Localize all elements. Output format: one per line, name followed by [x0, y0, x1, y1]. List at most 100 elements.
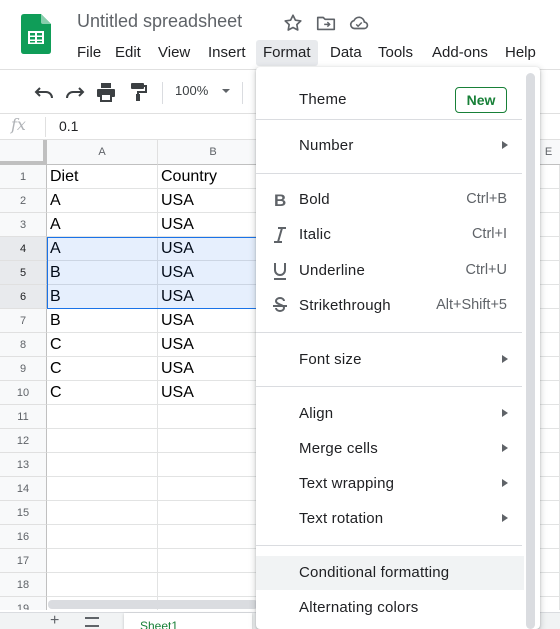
all-sheets-icon[interactable]	[85, 617, 99, 627]
shortcut-text: Ctrl+U	[465, 262, 508, 278]
menu-item-italic[interactable]: Italic Ctrl+I	[256, 218, 524, 252]
table-cell[interactable]	[47, 429, 158, 453]
formula-input[interactable]: 0.1	[59, 118, 78, 134]
table-cell[interactable]: C	[47, 333, 158, 357]
table-cell[interactable]	[158, 525, 269, 549]
select-all-corner[interactable]	[0, 140, 47, 165]
column-header-b[interactable]: B	[158, 140, 269, 165]
table-cell[interactable]: USA	[158, 189, 269, 213]
table-cell[interactable]: USA	[158, 333, 269, 357]
table-cell[interactable]	[47, 501, 158, 525]
zoom-select[interactable]: 100%	[175, 83, 208, 98]
table-cell[interactable]: A	[47, 213, 158, 237]
table-cell[interactable]: C	[47, 357, 158, 381]
submenu-arrow-icon	[502, 355, 508, 363]
row-header[interactable]: 19	[0, 597, 47, 610]
chevron-down-icon[interactable]	[219, 84, 233, 98]
cloud-status-icon[interactable]	[348, 12, 370, 34]
submenu-arrow-icon	[502, 444, 508, 452]
table-cell[interactable]	[47, 453, 158, 477]
row-header[interactable]: 10	[0, 381, 47, 405]
sheets-logo-icon[interactable]	[21, 14, 51, 54]
move-folder-icon[interactable]	[315, 12, 337, 34]
table-cell[interactable]: USA	[158, 357, 269, 381]
row-header[interactable]: 6	[0, 285, 47, 309]
menu-item-theme[interactable]: Theme New	[256, 75, 524, 125]
add-sheet-icon[interactable]: +	[50, 613, 59, 629]
table-cell[interactable]: USA	[158, 381, 269, 405]
row-header[interactable]: 15	[0, 501, 47, 525]
menu-item-text-rotation[interactable]: Text rotation	[256, 502, 524, 536]
row-header[interactable]: 12	[0, 429, 47, 453]
menu-insert[interactable]: Insert	[201, 40, 253, 66]
table-cell[interactable]	[47, 549, 158, 573]
menu-file[interactable]: File	[70, 40, 108, 66]
table-cell[interactable]	[158, 405, 269, 429]
table-cell[interactable]	[47, 405, 158, 429]
menu-item-font-size[interactable]: Font size	[256, 343, 524, 377]
row-header[interactable]: 13	[0, 453, 47, 477]
new-badge: New	[455, 87, 507, 113]
menu-item-underline[interactable]: Underline Ctrl+U	[256, 254, 524, 288]
menu-item-label: Conditional formatting	[299, 564, 450, 581]
menu-item-strikethrough[interactable]: Strikethrough Alt+Shift+5	[256, 289, 524, 323]
menu-format[interactable]: Format	[256, 40, 318, 66]
table-cell[interactable]: C	[47, 381, 158, 405]
row-header[interactable]: 3	[0, 213, 47, 237]
row-header[interactable]: 8	[0, 333, 47, 357]
table-cell[interactable]: A	[47, 189, 158, 213]
menu-data[interactable]: Data	[323, 40, 369, 66]
table-cell[interactable]: USA	[158, 309, 269, 333]
menu-tools[interactable]: Tools	[371, 40, 420, 66]
menu-scrollbar[interactable]	[526, 73, 535, 629]
sheet-tab[interactable]: Sheet1	[124, 613, 252, 629]
menu-item-text-wrapping[interactable]: Text wrapping	[256, 467, 524, 501]
horizontal-scrollbar[interactable]	[48, 600, 258, 609]
row-header[interactable]: 7	[0, 309, 47, 333]
table-cell[interactable]	[47, 573, 158, 597]
table-cell[interactable]: USA	[158, 213, 269, 237]
row-header[interactable]: 9	[0, 357, 47, 381]
document-title[interactable]: Untitled spreadsheet	[77, 11, 242, 32]
table-cell[interactable]	[158, 573, 269, 597]
row-header[interactable]: 2	[0, 189, 47, 213]
menu-item-bold[interactable]: B Bold Ctrl+B	[256, 183, 524, 217]
table-cell[interactable]	[158, 453, 269, 477]
table-cell[interactable]	[158, 429, 269, 453]
menu-item-conditional-formatting[interactable]: Conditional formatting	[256, 556, 524, 590]
menu-view[interactable]: View	[151, 40, 197, 66]
row-header[interactable]: 1	[0, 165, 47, 189]
table-cell[interactable]	[47, 525, 158, 549]
print-icon[interactable]	[94, 80, 118, 104]
menu-help[interactable]: Help	[498, 40, 543, 66]
table-cell[interactable]	[47, 477, 158, 501]
row-header[interactable]: 14	[0, 477, 47, 501]
table-cell[interactable]: Country	[158, 165, 269, 189]
menu-item-merge-cells[interactable]: Merge cells	[256, 432, 524, 466]
table-cell[interactable]	[158, 477, 269, 501]
submenu-arrow-icon	[502, 141, 508, 149]
column-header-a[interactable]: A	[47, 140, 158, 165]
menu-item-number[interactable]: Number	[256, 129, 524, 163]
row-header[interactable]: 18	[0, 573, 47, 597]
undo-icon[interactable]	[32, 80, 56, 104]
menu-edit[interactable]: Edit	[108, 40, 148, 66]
table-cell[interactable]: B	[47, 309, 158, 333]
redo-icon[interactable]	[63, 80, 87, 104]
menu-item-alternating-colors[interactable]: Alternating colors	[256, 591, 524, 625]
table-cell[interactable]: Diet	[47, 165, 158, 189]
row-header[interactable]: 16	[0, 525, 47, 549]
format-menu: Theme New Number B Bold Ctrl+B Italic Ct…	[256, 67, 540, 629]
paint-format-icon[interactable]	[126, 80, 150, 104]
menu-item-align[interactable]: Align	[256, 397, 524, 431]
row-header[interactable]: 11	[0, 405, 47, 429]
svg-text:B: B	[274, 191, 286, 210]
row-header[interactable]: 5	[0, 261, 47, 285]
row-header[interactable]: 17	[0, 549, 47, 573]
menu-add-ons[interactable]: Add-ons	[425, 40, 495, 66]
table-cell[interactable]	[158, 549, 269, 573]
row-header[interactable]: 4	[0, 237, 47, 261]
table-cell[interactable]	[158, 501, 269, 525]
star-icon[interactable]	[282, 12, 304, 34]
shortcut-text: Ctrl+I	[471, 226, 507, 242]
